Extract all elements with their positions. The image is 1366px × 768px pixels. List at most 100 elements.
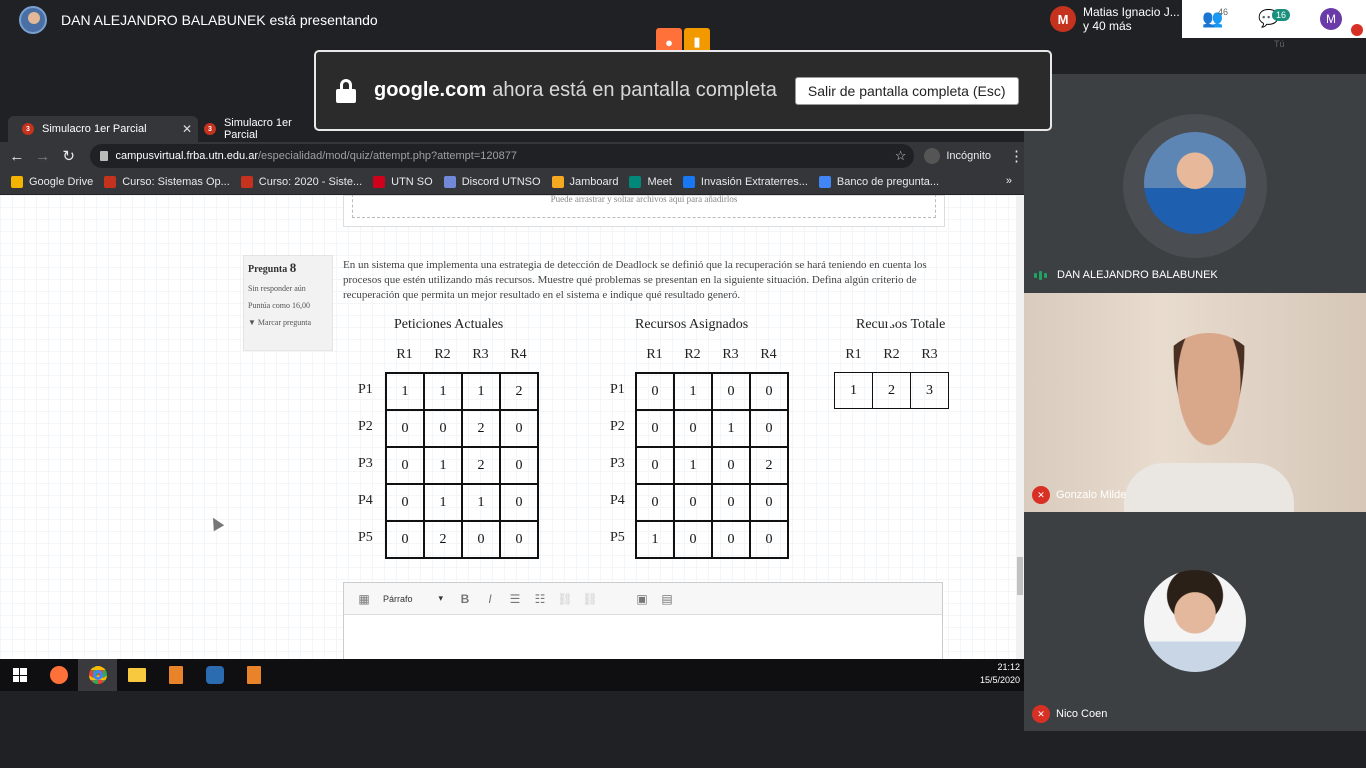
presenter-name-label: DAN ALEJANDRO BALABUNEK [1034, 269, 1218, 281]
tab-close-icon[interactable]: ✕ [182, 122, 192, 136]
firefox-taskbar-button[interactable] [39, 659, 78, 691]
bookmark-item[interactable]: Google Drive [11, 176, 93, 188]
peticiones-title: Peticiones Actuales [394, 317, 504, 332]
tab-simulacro-2[interactable]: 3 Simulacro 1er Parcial [198, 116, 328, 142]
exit-fullscreen-button[interactable]: Salir de pantalla completa (Esc) [794, 76, 1019, 105]
bullet-list-icon[interactable]: ☰ [505, 590, 525, 608]
chat-button[interactable]: 💬 16 [1254, 4, 1291, 34]
incognito-label: Incógnito [946, 150, 992, 162]
asignados-cell: 0 [635, 409, 675, 448]
peticiones-cell: 0 [423, 409, 463, 448]
explorer-taskbar-button[interactable] [117, 659, 156, 691]
paragraph-format-select[interactable]: Párrafo ▾ [379, 589, 447, 609]
peticiones-cell: 1 [423, 446, 463, 485]
media-icon[interactable]: ▤ [657, 590, 677, 608]
totales-column-header: R1 [845, 347, 862, 362]
shared-browser-window: 3 Simulacro 1er Parcial ✕ 3 Simulacro 1e… [0, 114, 1024, 659]
numbered-list-icon[interactable]: ☷ [530, 590, 550, 608]
forward-button[interactable]: → [30, 143, 56, 169]
unlink-icon[interactable]: ⛓ [580, 590, 600, 608]
asignados-cell: 0 [749, 409, 789, 448]
bookmark-star-icon[interactable]: ☆ [895, 148, 907, 164]
presenter-name: DAN ALEJANDRO BALABUNEK [1057, 269, 1218, 281]
bookmark-item[interactable]: UTN SO [373, 176, 433, 188]
document2-taskbar-button[interactable] [234, 659, 273, 691]
bookmark-label: Google Drive [29, 176, 94, 188]
question-text: En un sistema que implementa una estrate… [343, 259, 927, 301]
table-row: 0110 [385, 483, 539, 522]
self-label: Tú [1274, 39, 1285, 49]
asignados-cell: 0 [749, 520, 789, 559]
peticiones-column-header: R4 [510, 347, 527, 362]
toolbar-toggle-icon[interactable]: ▦ [354, 590, 374, 608]
asignados-cell: 0 [711, 372, 751, 411]
image-icon[interactable]: ▣ [632, 590, 652, 608]
flag-label: Marcar pregunta [257, 318, 312, 327]
bookmark-favicon-icon [818, 176, 831, 188]
gonzalo-shirt [1124, 463, 1294, 512]
peticiones-cell: 1 [423, 372, 463, 411]
document-taskbar-button[interactable] [156, 659, 195, 691]
gonzalo-name-label: ✕ Gonzalo Milde [1032, 486, 1126, 504]
peticiones-cell: 0 [385, 446, 425, 485]
asignados-column-header: R2 [684, 347, 701, 362]
address-bar[interactable]: campusvirtual.frba.utn.edu.ar/especialid… [89, 144, 915, 168]
file-drop-zone[interactable]: Puede arrastrar y soltar archivos aquí p… [343, 195, 945, 227]
mic-off-icon: ✕ [1032, 705, 1050, 723]
nico-name-label: ✕ Nico Coen [1032, 705, 1107, 723]
taskbar-clock[interactable]: 21:12 15/5/2020 [980, 661, 1020, 687]
question-score: Puntúa como 16,00 [248, 301, 310, 310]
bookmark-item[interactable]: Discord UTNSO [443, 176, 541, 188]
start-button[interactable] [0, 659, 39, 691]
page-scrollbar[interactable] [1016, 195, 1024, 659]
bookmark-favicon-icon [629, 176, 642, 188]
scrollbar-thumb[interactable] [1017, 557, 1023, 595]
participants-summary[interactable]: M Matias Ignacio J... y 40 más [1040, 0, 1182, 38]
tab-simulacro-active[interactable]: 3 Simulacro 1er Parcial ✕ [8, 116, 198, 142]
italic-icon[interactable]: I [480, 590, 500, 608]
bookmark-favicon-icon [240, 176, 253, 188]
flag-question-link[interactable]: ▼ Marcar pregunta [248, 318, 328, 327]
bookmark-item[interactable]: Jamboard [551, 176, 618, 188]
reload-button[interactable]: ↻ [56, 143, 82, 169]
link-icon[interactable]: ⛓ [555, 590, 575, 608]
app-taskbar-button[interactable] [195, 659, 234, 691]
people-button[interactable]: 👥 46 [1198, 4, 1228, 34]
peticiones-cell: 0 [385, 483, 425, 522]
bookmarks-bar: Google Drive Curso: Sistemas Op... Curso: … [0, 170, 1024, 195]
asignados-row-header: P5 [610, 530, 625, 545]
gonzalo-name: Gonzalo Milde [1056, 489, 1127, 501]
peticiones-cell: 0 [499, 483, 539, 522]
bookmarks-more-button[interactable]: » [1006, 175, 1012, 187]
paragraph-format-value: Párrafo [383, 593, 413, 604]
moodle-favicon-icon: 3 [204, 123, 216, 135]
browser-menu-icon[interactable]: ⋮ [1009, 147, 1024, 165]
asignados-cell: 2 [749, 446, 789, 485]
incognito-indicator[interactable]: Incógnito [924, 148, 991, 164]
self-avatar[interactable]: M [1320, 8, 1342, 30]
asignados-row-header: P3 [610, 456, 625, 471]
asignados-cell: 0 [711, 446, 751, 485]
clock-time: 21:12 [997, 662, 1020, 672]
bookmark-item[interactable]: Banco de pregunta... [818, 176, 939, 188]
nico-tile[interactable]: ✕ Nico Coen [1024, 512, 1366, 731]
folder-icon [127, 668, 146, 682]
question-status: Sin responder aún [248, 284, 306, 293]
bookmark-item[interactable]: Meet [629, 176, 672, 188]
back-button[interactable]: ← [4, 143, 30, 169]
answer-editor[interactable]: ▦ Párrafo ▾ B I ☰ ☷ ⛓ ⛓ ▣ ▤ [343, 582, 943, 659]
bookmark-item[interactable]: Curso: 2020 - Siste... [240, 176, 362, 188]
chrome-taskbar-button[interactable] [78, 659, 117, 691]
presenter-tile[interactable]: DAN ALEJANDRO BALABUNEK [1024, 74, 1366, 293]
bookmark-item[interactable]: Invasión Extraterres... [682, 176, 808, 188]
peticiones-row-header: P3 [358, 456, 373, 471]
peticiones-cell: 2 [461, 409, 501, 448]
moodle-favicon-icon: 3 [22, 123, 34, 135]
gonzalo-tile[interactable]: ✕ Gonzalo Milde [1024, 293, 1366, 512]
peticiones-cell: 1 [461, 483, 501, 522]
bookmark-item[interactable]: Curso: Sistemas Op... [104, 176, 230, 188]
peticiones-cell: 0 [499, 446, 539, 485]
meet-controls: 👥 46 💬 16 Tú M [1182, 0, 1366, 49]
bold-icon[interactable]: B [455, 590, 475, 608]
table-row: 0000 [635, 483, 789, 522]
